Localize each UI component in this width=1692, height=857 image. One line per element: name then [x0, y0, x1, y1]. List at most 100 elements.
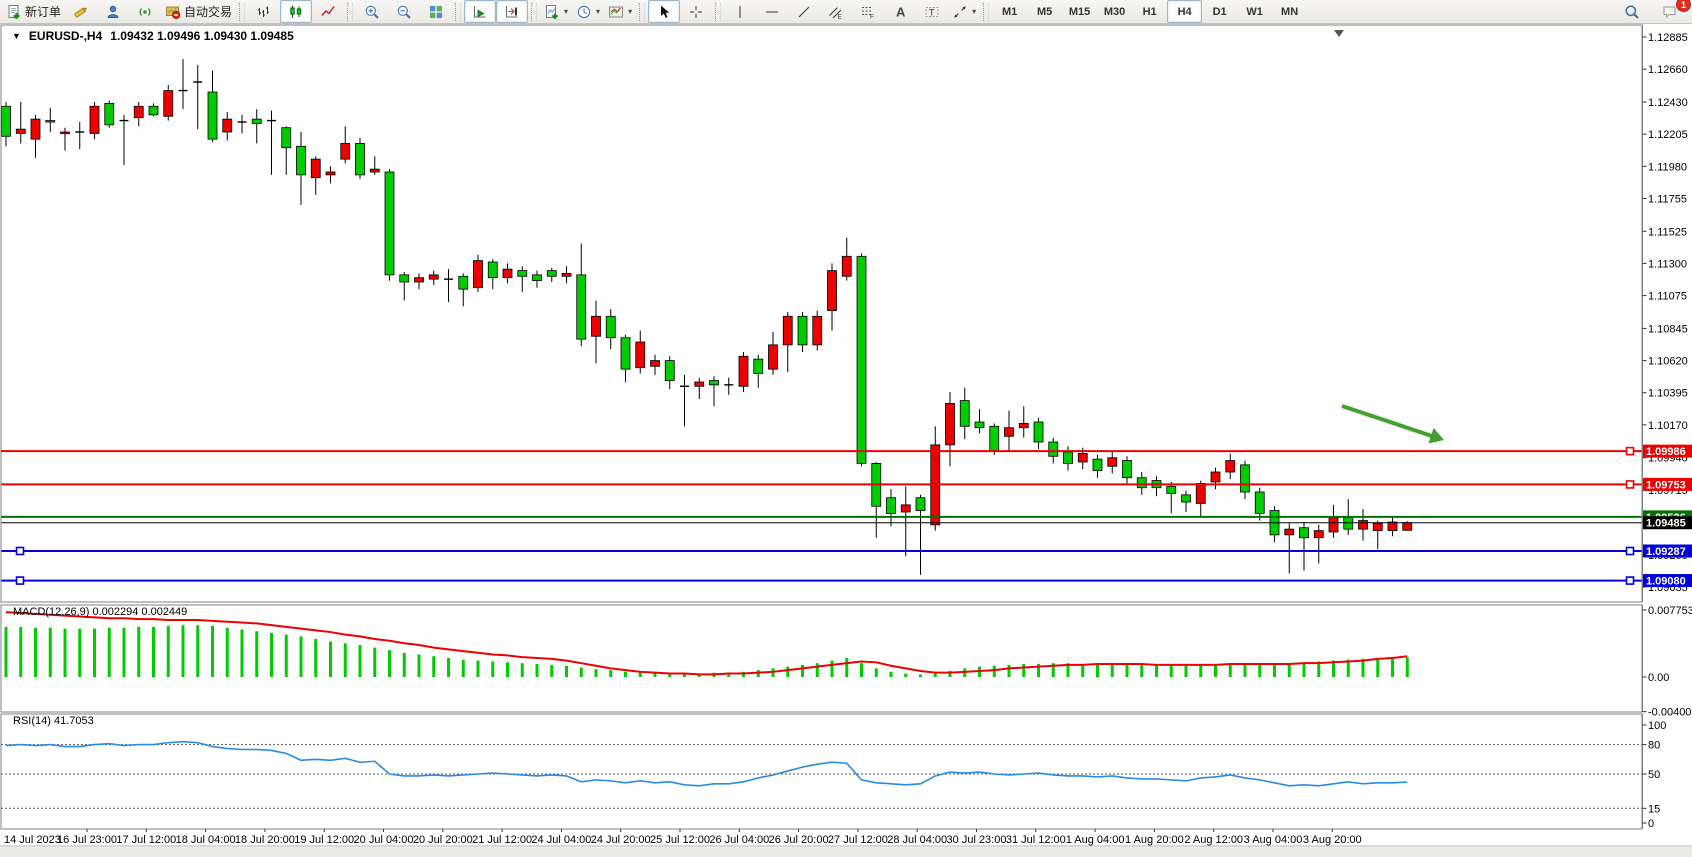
- timeframe-w1-button[interactable]: W1: [1237, 0, 1272, 23]
- zoom-in-button[interactable]: [356, 0, 388, 23]
- label-icon: T: [924, 4, 940, 20]
- candle-body: [1196, 483, 1205, 503]
- styler-button[interactable]: [65, 0, 97, 23]
- candle-body: [134, 106, 143, 117]
- timeframe-m30-button[interactable]: M30: [1097, 0, 1132, 23]
- timeframe-m1-button[interactable]: M1: [992, 0, 1027, 23]
- search-button[interactable]: [1616, 0, 1648, 23]
- indicators-button[interactable]: ▾: [540, 0, 572, 23]
- zoom-out-button[interactable]: [388, 0, 420, 23]
- candle-body: [311, 159, 320, 178]
- auto-scroll-icon: [472, 4, 488, 20]
- candle-body: [1403, 523, 1412, 531]
- candle-body: [164, 91, 173, 117]
- candle-body: [297, 146, 306, 175]
- chart-menu-icon[interactable]: ▼: [12, 31, 21, 41]
- arrows-button[interactable]: ▾: [948, 0, 980, 23]
- price-tick-label: 1.11525: [1648, 226, 1687, 238]
- candle-body: [415, 278, 424, 282]
- candle-body: [1167, 486, 1176, 493]
- text-label-button[interactable]: T: [916, 0, 948, 23]
- templates-button[interactable]: ▾: [604, 0, 636, 23]
- fibonacci-button[interactable]: F: [852, 0, 884, 23]
- svg-text:A: A: [896, 4, 906, 19]
- bar-chart-button[interactable]: [248, 0, 280, 23]
- line-chart-button[interactable]: [312, 0, 344, 23]
- chevron-down-icon[interactable]: ▾: [564, 7, 568, 16]
- price-tick-label: 1.11755: [1648, 193, 1687, 205]
- price-tag-label: 1.09080: [1646, 576, 1686, 588]
- candlestick-button[interactable]: [280, 0, 312, 23]
- line-handle[interactable]: [17, 577, 24, 584]
- equidistant-channel-button[interactable]: E: [820, 0, 852, 23]
- candles-icon: [288, 4, 304, 20]
- auto-scroll-button[interactable]: [464, 0, 496, 23]
- timeframe-h4-button[interactable]: H4: [1167, 0, 1202, 23]
- toolbar-grip: [639, 3, 645, 21]
- periods-button[interactable]: ▾: [572, 0, 604, 23]
- line-handle[interactable]: [1627, 548, 1634, 555]
- trendline-icon: [796, 4, 812, 20]
- signals-button[interactable]: [129, 0, 161, 23]
- fibo-icon: F: [860, 4, 876, 20]
- crosshair-icon: [688, 4, 704, 20]
- candle-body: [533, 275, 542, 281]
- zoom-out-icon: [396, 4, 412, 20]
- chart-shift-button[interactable]: [496, 0, 528, 23]
- timeframe-d1-button[interactable]: D1: [1202, 0, 1237, 23]
- price-tick-label: 1.12430: [1648, 97, 1688, 109]
- candle-body: [400, 275, 409, 282]
- candle-body: [61, 132, 70, 134]
- candle-body: [282, 128, 291, 148]
- toolbar-grip: [347, 3, 353, 21]
- new-order-icon: [6, 4, 22, 20]
- candle-body: [429, 275, 438, 279]
- autotrading-label: 自动交易: [184, 3, 232, 20]
- price-tick-label: 1.12885: [1648, 32, 1688, 44]
- chevron-down-icon[interactable]: ▾: [628, 7, 632, 16]
- line-handle[interactable]: [1627, 577, 1634, 584]
- candle-body: [2, 106, 11, 136]
- candle-body: [1344, 518, 1353, 529]
- timeframe-h1-button[interactable]: H1: [1132, 0, 1167, 23]
- horizontal-line-button[interactable]: [756, 0, 788, 23]
- notifications-button[interactable]: 1: [1654, 0, 1686, 23]
- channel-icon: E: [828, 4, 844, 20]
- candle-body: [916, 498, 925, 511]
- chart-area[interactable]: 1.128851.126601.124301.122051.119801.117…: [0, 24, 1692, 857]
- new-order-button[interactable]: 新订单: [2, 0, 65, 23]
- line-handle[interactable]: [1627, 481, 1634, 488]
- profile-button[interactable]: [97, 0, 129, 23]
- time-label: 1 Aug 04:00: [1066, 834, 1125, 846]
- candle-body: [223, 119, 232, 132]
- time-label: 30 Jul 23:00: [947, 834, 1007, 846]
- autotrading-icon: [165, 4, 181, 20]
- trendline-button[interactable]: [788, 0, 820, 23]
- tile-windows-button[interactable]: [420, 0, 452, 23]
- candle-body: [474, 261, 483, 288]
- candle-body: [901, 505, 910, 512]
- candle-body: [1049, 442, 1058, 456]
- crosshair-button[interactable]: [680, 0, 712, 23]
- autotrading-button[interactable]: 自动交易: [161, 0, 236, 23]
- candle-body: [252, 119, 261, 123]
- text-button[interactable]: A: [884, 0, 916, 23]
- candle-body: [1314, 531, 1323, 538]
- chevron-down-icon[interactable]: ▾: [596, 7, 600, 16]
- line-handle[interactable]: [1627, 448, 1634, 455]
- candle-body: [1285, 529, 1294, 535]
- top-toolbar: 新订单 自动交易 ▾ ▾ ▾ EF A T ▾ M1M5M15M30H1H4D1W1MN 1: [0, 0, 1692, 24]
- svg-text:T: T: [929, 7, 935, 17]
- chevron-down-icon[interactable]: ▾: [972, 7, 976, 16]
- candle-body: [370, 169, 379, 172]
- candle-body: [577, 275, 586, 339]
- timeframe-mn-button[interactable]: MN: [1272, 0, 1307, 23]
- cursor-button[interactable]: [648, 0, 680, 23]
- price-tick-label: 1.10395: [1648, 388, 1688, 400]
- line-handle[interactable]: [17, 548, 24, 555]
- timeframe-m15-button[interactable]: M15: [1062, 0, 1097, 23]
- timeframe-m5-button[interactable]: M5: [1027, 0, 1062, 23]
- zoom-in-icon: [364, 4, 380, 20]
- vertical-line-button[interactable]: [724, 0, 756, 23]
- rsi-indicator-label: RSI(14) 41.7053: [13, 715, 94, 727]
